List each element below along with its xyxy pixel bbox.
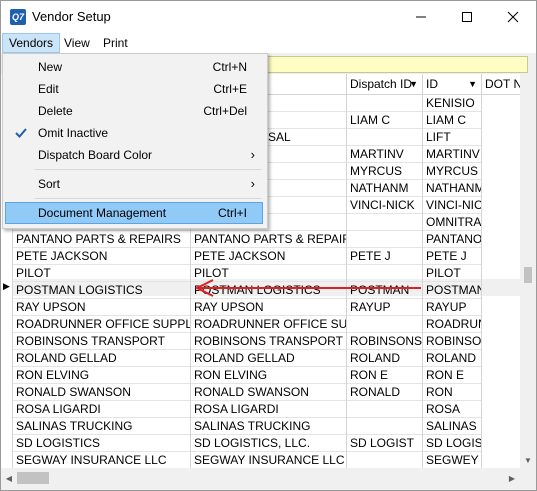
menu-item-new[interactable]: New Ctrl+N [5, 56, 263, 78]
scroll-corner [520, 468, 536, 490]
menu-item-edit[interactable]: Edit Ctrl+E [5, 78, 263, 100]
scroll-thumb[interactable] [524, 267, 532, 283]
menu-item-shortcut: Ctrl+Del [203, 104, 247, 118]
filter-strip [263, 56, 528, 73]
title-bar: Q7 Vendor Setup [1, 1, 536, 33]
vendors-dropdown-menu: New Ctrl+N Edit Ctrl+E Delete Ctrl+Del O… [2, 53, 268, 229]
maximize-button[interactable] [444, 1, 490, 33]
app-icon: Q7 [10, 9, 26, 25]
minimize-button[interactable] [398, 1, 444, 33]
vertical-scrollbar[interactable]: ▼ [520, 74, 536, 468]
menu-item-shortcut: Ctrl+I [217, 206, 247, 220]
menu-item-document-management[interactable]: Document Management Ctrl+I [5, 202, 263, 224]
menu-bar: Vendors View Print [1, 33, 536, 53]
chevron-right-icon: › [250, 147, 255, 162]
close-icon [507, 11, 519, 23]
menu-item-label: Sort [38, 177, 61, 191]
menu-view[interactable]: View [58, 33, 96, 53]
scroll-down-icon[interactable]: ▼ [520, 454, 536, 468]
menu-item-label: Delete [38, 104, 73, 118]
menu-vendors[interactable]: Vendors [2, 33, 61, 53]
checkmark-icon [12, 122, 30, 144]
window-title: Vendor Setup [32, 9, 111, 24]
menu-separator [35, 198, 261, 199]
scroll-right-icon[interactable]: ▶ [504, 472, 520, 486]
vendor-setup-window: Q7 Vendor Setup Vendors View Print ▶ PAN… [0, 0, 537, 491]
menu-item-omit-inactive[interactable]: Omit Inactive [5, 122, 263, 144]
maximize-icon [462, 12, 472, 22]
menu-item-label: Omit Inactive [38, 126, 109, 140]
menu-item-shortcut: Ctrl+E [213, 82, 247, 96]
menu-separator [35, 169, 261, 170]
horizontal-scrollbar[interactable]: ◀ ▶ [1, 468, 520, 490]
close-button[interactable] [490, 1, 536, 33]
menu-item-label: Document Management [38, 206, 167, 220]
menu-item-label: Dispatch Board Color [38, 148, 153, 162]
chevron-right-icon: › [250, 176, 255, 191]
hscroll-thumb[interactable] [17, 472, 49, 484]
menu-item-sort[interactable]: Sort › [5, 173, 263, 195]
menu-item-dispatch-board-color[interactable]: Dispatch Board Color › [5, 144, 263, 166]
menu-item-label: Edit [38, 82, 59, 96]
menu-item-label: New [38, 60, 63, 74]
menu-item-shortcut: Ctrl+N [212, 60, 247, 74]
menu-item-delete[interactable]: Delete Ctrl+Del [5, 100, 263, 122]
minimize-icon [416, 16, 426, 18]
scroll-left-icon[interactable]: ◀ [1, 472, 17, 486]
menu-print[interactable]: Print [97, 33, 134, 53]
